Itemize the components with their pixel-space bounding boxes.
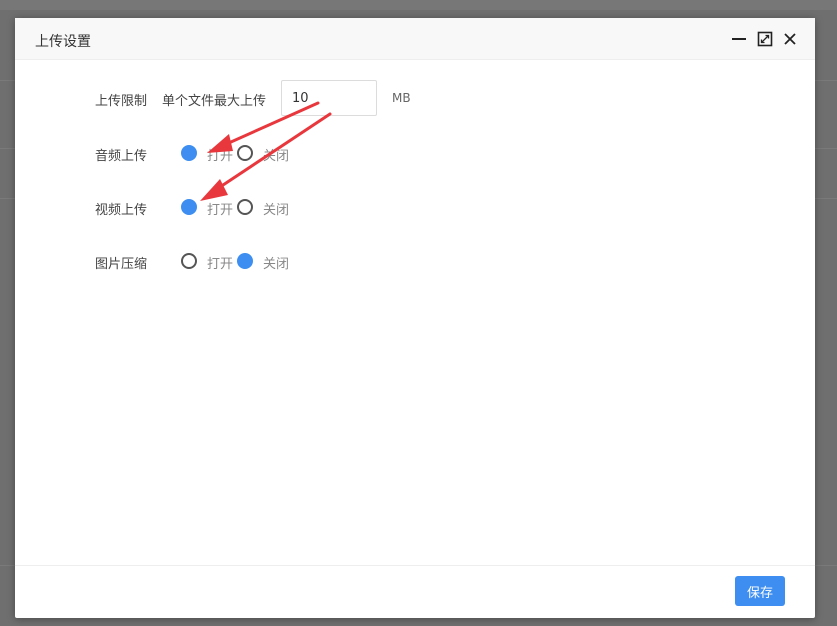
audio-upload-row: 音频上传 打开 关闭 [95,135,335,171]
video-off-radio[interactable] [237,199,253,215]
upload-limit-label: 上传限制 [95,94,148,109]
upload-settings-dialog: 上传设置 上传限制 单个文件最大上传 MB 音频上传 打开 关闭 视 [15,18,815,618]
audio-upload-label: 音频上传 [95,149,148,164]
video-on-radio[interactable] [181,199,197,215]
image-compression-row: 图片压缩 打开 关闭 [95,243,335,279]
video-upload-row: 视频上传 打开 关闭 [95,189,335,225]
save-button[interactable]: 保存 [735,576,785,606]
upload-limit-row: 上传限制 单个文件最大上传 MB [95,80,455,116]
video-off-label[interactable]: 关闭 [263,199,289,218]
dialog-footer: 保存 [15,565,815,618]
image-compression-label: 图片压缩 [95,257,148,272]
max-size-input[interactable] [281,80,377,116]
dialog-title: 上传设置 [35,34,91,50]
audio-on-label[interactable]: 打开 [207,145,233,164]
maximize-icon[interactable] [757,31,773,47]
backdrop-top [0,0,837,10]
image-off-radio[interactable] [237,253,253,269]
video-on-label[interactable]: 打开 [207,199,233,218]
image-on-label[interactable]: 打开 [207,253,233,272]
close-icon[interactable] [782,31,798,47]
image-off-label[interactable]: 关闭 [263,253,289,272]
video-upload-label: 视频上传 [95,203,148,218]
audio-off-radio[interactable] [237,145,253,161]
audio-off-label[interactable]: 关闭 [263,145,289,164]
minimize-icon[interactable] [731,31,747,47]
dialog-header: 上传设置 [15,18,815,60]
image-on-radio[interactable] [181,253,197,269]
max-size-label: 单个文件最大上传 [162,94,267,109]
audio-on-radio[interactable] [181,145,197,161]
size-unit: MB [392,91,411,105]
